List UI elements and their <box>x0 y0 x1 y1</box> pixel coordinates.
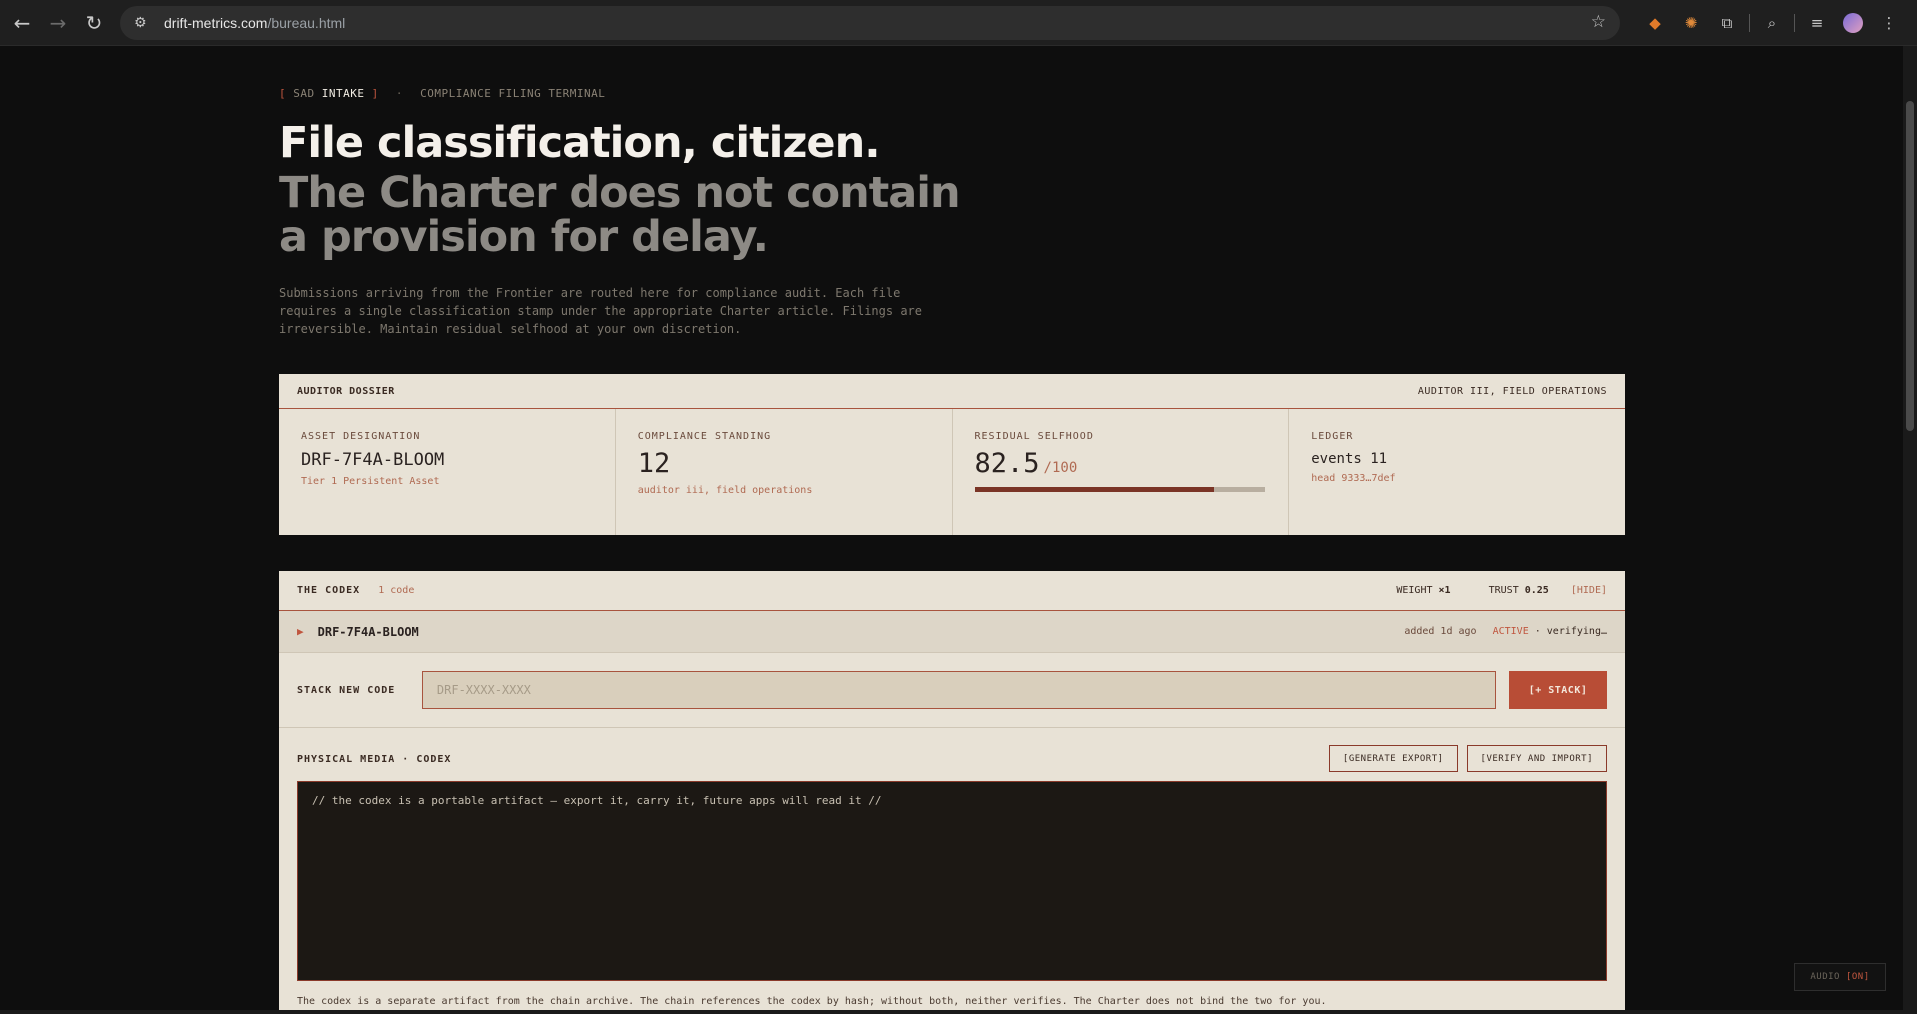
codex-title: THE CODEX <box>297 585 361 596</box>
profile-avatar-icon[interactable] <box>1835 8 1871 38</box>
kicker-strong: INTAKE <box>321 87 365 100</box>
stat-standing: COMPLIANCE STANDING 12 auditor iii, fiel… <box>616 409 953 535</box>
media-label: PHYSICAL MEDIA · CODEX <box>297 754 452 765</box>
selfhood-unit: /100 <box>1043 460 1078 476</box>
address-bar[interactable]: ⚙ drift-metrics.com/bureau.html ☆ <box>120 6 1620 40</box>
browser-toolbar: ← → ↻ ⚙ drift-metrics.com/bureau.html ☆ … <box>0 0 1917 46</box>
toolbar-divider <box>1794 14 1795 32</box>
codex-note: The codex is a separate artifact from th… <box>297 996 1327 1007</box>
audio-label: AUDIO <box>1810 972 1840 982</box>
stack-button[interactable]: [+ STACK] <box>1509 671 1607 709</box>
codex-entry-code: DRF-7F4A-BLOOM <box>317 624 419 639</box>
stack-row: STACK NEW CODE [+ STACK] <box>279 653 1625 728</box>
dossier-stats: ASSET DESIGNATION DRF-7F4A-BLOOM Tier 1 … <box>279 409 1625 535</box>
stat-label: RESIDUAL SELFHOOD <box>974 431 1094 442</box>
physical-media-section: PHYSICAL MEDIA · CODEX [GENERATE EXPORT]… <box>279 728 1625 1014</box>
stat-label: ASSET DESIGNATION <box>301 431 421 442</box>
codex-textarea[interactable]: // the codex is a portable artifact — ex… <box>297 781 1607 981</box>
kicker-subtitle: COMPLIANCE FILING TERMINAL <box>420 87 606 100</box>
bookmark-star-icon[interactable]: ☆ <box>1591 12 1606 32</box>
selfhood-value: 82.5/100 <box>975 448 1267 479</box>
verify-import-button[interactable]: [VERIFY AND IMPORT] <box>1466 745 1607 772</box>
hide-button[interactable]: [HIDE] <box>1571 585 1607 596</box>
selfhood-progress-fill <box>974 487 1214 492</box>
stat-asset: ASSET DESIGNATION DRF-7F4A-BLOOM Tier 1 … <box>279 409 616 535</box>
extension-burst-icon[interactable]: ✺ <box>1673 8 1709 38</box>
kicker-bracket-close: ] <box>371 87 379 100</box>
codex-entry-status: ACTIVE <box>1492 626 1529 637</box>
expand-triangle-icon[interactable]: ▶ <box>297 625 304 638</box>
kicker-dot: · <box>395 87 403 100</box>
audio-state: [ON] <box>1845 972 1870 982</box>
stat-ledger: LEDGER events 11 head 9333…7def <box>1289 409 1625 535</box>
weight-value: ×1 <box>1438 585 1451 596</box>
horizontal-scrollbar[interactable] <box>0 1010 1903 1014</box>
page-title: File classification, citizen. <box>279 118 881 168</box>
url-text: drift-metrics.com/bureau.html <box>164 15 346 31</box>
generate-export-button[interactable]: [GENERATE EXPORT] <box>1328 745 1458 772</box>
dossier-role: AUDITOR III, FIELD OPERATIONS <box>1417 385 1607 397</box>
extensions-puzzle-icon[interactable]: ⧉ <box>1709 8 1745 38</box>
codex-entry-state: · verifying… <box>1534 626 1607 637</box>
asset-designation: DRF-7F4A-BLOOM <box>301 450 445 470</box>
codex-entry-row[interactable]: ▶ DRF-7F4A-BLOOM added 1d ago ACTIVE · v… <box>279 611 1625 653</box>
vertical-scrollbar[interactable] <box>1903 46 1917 1014</box>
stat-selfhood: RESIDUAL SELFHOOD 82.5/100 <box>953 409 1290 535</box>
ledger-head-hash: head 9333…7def <box>1311 473 1396 484</box>
menu-kebab-icon[interactable]: ⋮ <box>1871 8 1907 38</box>
media-control-icon[interactable]: ≡ <box>1799 8 1835 38</box>
back-icon[interactable]: ← <box>4 5 40 41</box>
codex-header: THE CODEX 1 code WEIGHT ×1 TRUST 0.25 [H… <box>279 571 1625 611</box>
scrollbar-thumb[interactable] <box>1906 101 1914 431</box>
section-kicker: [ SAD INTAKE ] · COMPLIANCE FILING TERMI… <box>279 87 605 100</box>
dossier-title: AUDITOR DOSSIER <box>297 385 395 397</box>
stack-code-input[interactable] <box>421 671 1497 709</box>
media-buttons: [GENERATE EXPORT] [VERIFY AND IMPORT] <box>1328 745 1607 772</box>
kicker-bracket-open: [ <box>279 87 287 100</box>
trust-value: 0.25 <box>1524 585 1549 596</box>
forward-icon[interactable]: → <box>40 5 76 41</box>
weight-label: WEIGHT <box>1396 585 1433 596</box>
dossier-header: AUDITOR DOSSIER AUDITOR III, FIELD OPERA… <box>279 374 1625 409</box>
standing-sub: auditor iii, field operations <box>637 485 813 496</box>
stack-label: STACK NEW CODE <box>297 684 396 696</box>
site-info-icon[interactable]: ⚙ <box>134 15 156 31</box>
reload-icon[interactable]: ↻ <box>76 5 112 41</box>
codex-count: 1 code <box>378 585 415 596</box>
selfhood-progress-bar <box>974 487 1265 492</box>
ledger-events: events 11 <box>1311 451 1388 467</box>
tab-search-icon[interactable]: ⌕ <box>1754 8 1790 38</box>
codex-weight: WEIGHT ×1 <box>1380 585 1450 596</box>
audio-toggle[interactable]: AUDIO [ON] <box>1794 963 1886 991</box>
auditor-dossier: AUDITOR DOSSIER AUDITOR III, FIELD OPERA… <box>279 374 1625 535</box>
compliance-standing-value: 12 <box>637 448 671 479</box>
toolbar-divider <box>1749 14 1750 32</box>
stat-label: COMPLIANCE STANDING <box>637 431 772 442</box>
intro-paragraph: Submissions arriving from the Frontier a… <box>279 286 922 336</box>
extension-bar: ◆ ✺ ⧉ ⌕ ≡ ⋮ <box>1637 8 1907 38</box>
stat-label: LEDGER <box>1311 431 1354 442</box>
codex-trust: TRUST 0.25 <box>1473 585 1549 596</box>
kicker-prefix: SAD <box>293 87 315 100</box>
extension-fox-icon[interactable]: ◆ <box>1637 8 1673 38</box>
codex-entry-added: added 1d ago <box>1404 626 1477 637</box>
selfhood-number: 82.5 <box>974 448 1040 479</box>
codex-panel: THE CODEX 1 code WEIGHT ×1 TRUST 0.25 [H… <box>279 571 1625 1014</box>
asset-tier: Tier 1 Persistent Asset <box>301 476 440 487</box>
trust-label: TRUST <box>1488 585 1519 596</box>
page-subtitle: The Charter does not contain a provision… <box>279 168 961 262</box>
